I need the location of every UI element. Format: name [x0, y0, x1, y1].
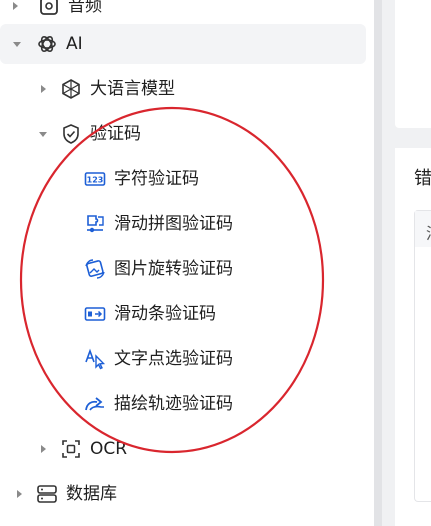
data-table — [414, 210, 431, 502]
tree-item-label: AI — [66, 34, 83, 54]
image-rotate-icon — [84, 258, 106, 280]
tree-item-label: OCR — [90, 439, 128, 459]
tree-item-audio[interactable]: 音频 — [8, 0, 358, 26]
tree-item-label: 滑动条验证码 — [114, 304, 216, 324]
tree-item-llm[interactable]: 大语言模型 — [36, 69, 356, 109]
tree-item-label: 大语言模型 — [90, 79, 175, 99]
content-card — [395, 0, 431, 128]
sidebar-scrollbar[interactable] — [374, 0, 382, 526]
tree-item-label: 图片旋转验证码 — [114, 259, 233, 279]
card-title: 错 — [414, 168, 431, 189]
tree-item-label: 验证码 — [90, 124, 141, 144]
svg-text:123: 123 — [87, 176, 104, 185]
audio-icon — [38, 0, 60, 17]
cube-icon — [60, 78, 82, 100]
trace-path-icon — [84, 393, 106, 415]
sidebar-tree: 音频 AI 大语言模型 验证码 123 字符验证码 滑动拼图验证码 图片旋转验证… — [0, 0, 372, 526]
database-icon — [36, 483, 58, 505]
tree-item-puzzle-captcha[interactable]: 滑动拼图验证码 — [84, 204, 354, 244]
tree-item-label: 音频 — [68, 0, 102, 16]
tree-item-label: 文字点选验证码 — [114, 349, 233, 369]
expand-arrow-icon[interactable] — [8, 0, 22, 13]
tree-item-label: 描绘轨迹验证码 — [114, 394, 233, 414]
scan-icon — [60, 438, 82, 460]
app-root: 音频 AI 大语言模型 验证码 123 字符验证码 滑动拼图验证码 图片旋转验证… — [0, 0, 431, 526]
shield-check-icon — [60, 123, 82, 145]
tree-item-text-click-captcha[interactable]: 文字点选验证码 — [84, 339, 354, 379]
tree-item-label: 滑动拼图验证码 — [114, 214, 233, 234]
openai-icon — [36, 33, 58, 55]
tree-item-ocr[interactable]: OCR — [36, 429, 356, 469]
tree-item-database[interactable]: 数据库 — [12, 474, 356, 514]
puzzle-slider-icon — [84, 213, 106, 235]
collapse-arrow-icon[interactable] — [10, 37, 24, 51]
tree-item-rotate-captcha[interactable]: 图片旋转验证码 — [84, 249, 354, 289]
text-click-icon — [84, 348, 106, 370]
expand-arrow-icon[interactable] — [12, 487, 26, 501]
table-header-cell: 洞 — [426, 220, 431, 244]
collapse-arrow-icon[interactable] — [36, 127, 50, 141]
tree-item-trace-captcha[interactable]: 描绘轨迹验证码 — [84, 384, 354, 424]
tree-item-char-captcha[interactable]: 123 字符验证码 — [84, 159, 354, 199]
tree-item-label: 字符验证码 — [114, 169, 199, 189]
expand-arrow-icon[interactable] — [36, 442, 50, 456]
tree-item-label: 数据库 — [66, 484, 117, 504]
tree-item-ai[interactable]: AI — [0, 24, 366, 64]
slider-bar-icon — [84, 303, 106, 325]
tree-item-slider-captcha[interactable]: 滑动条验证码 — [84, 294, 354, 334]
expand-arrow-icon[interactable] — [36, 82, 50, 96]
tree-item-captcha[interactable]: 验证码 — [36, 114, 356, 154]
captcha-123-icon: 123 — [84, 168, 106, 190]
